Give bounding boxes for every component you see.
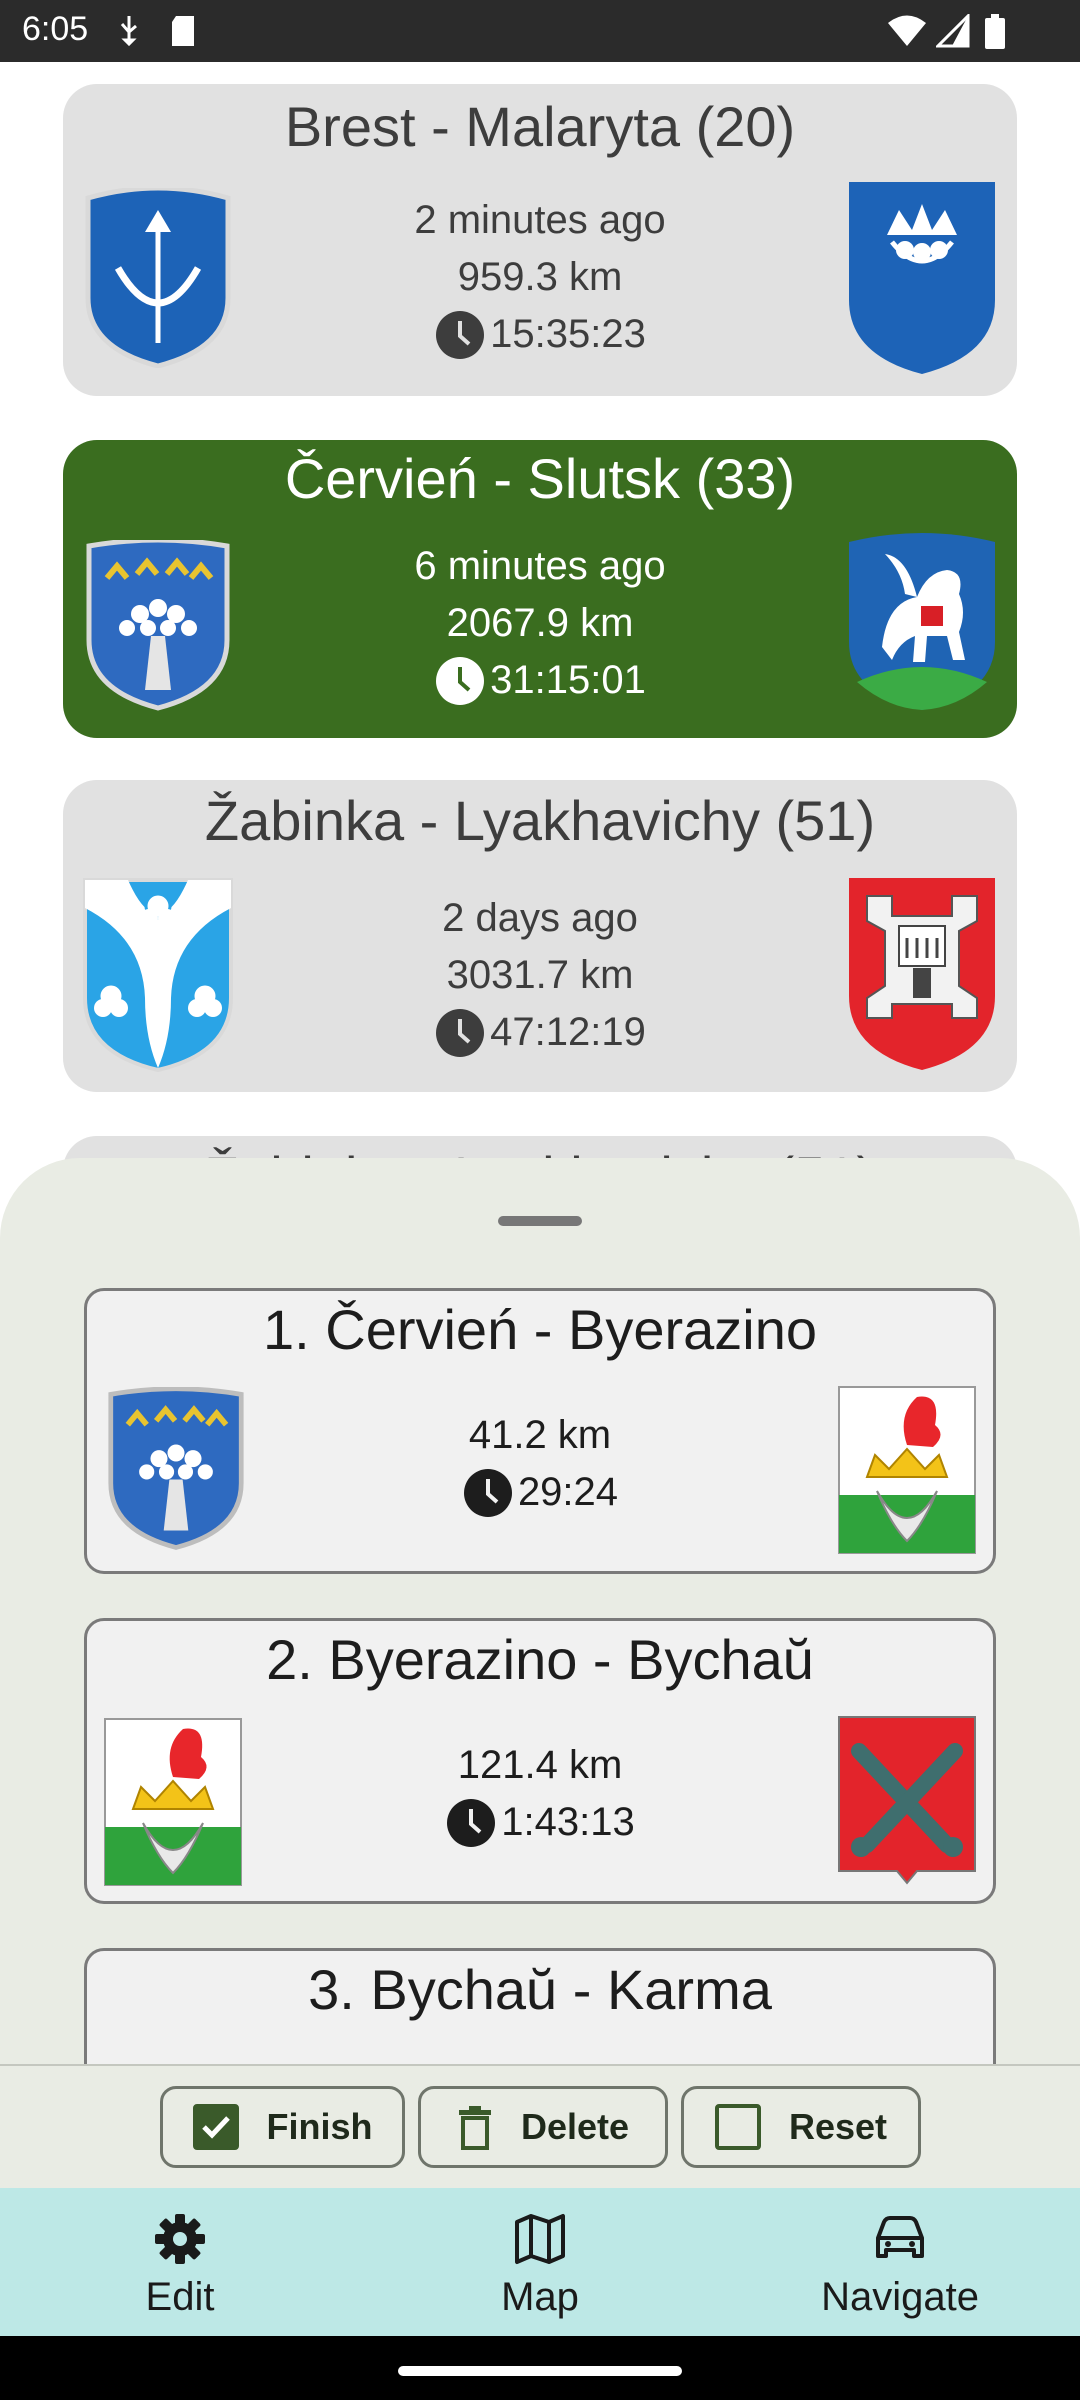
reset-button[interactable]: Reset — [681, 2086, 921, 2168]
leg-duration-value: 1:43:13 — [501, 1800, 635, 1844]
divider — [0, 2064, 1080, 2066]
bottom-navigation: Edit Map Navigate — [0, 2188, 1080, 2336]
leg-card[interactable]: 1. Červień - Byerazino 41.2 km 29:24 — [84, 1288, 996, 1574]
checkbox-checked-icon — [192, 2104, 239, 2150]
clock-icon — [436, 656, 485, 705]
clock-icon — [436, 310, 485, 359]
nav-edit[interactable]: Edit — [50, 2212, 310, 2320]
trip-card[interactable]: Brest - Malaryta (20) 2 minutes ago 959.… — [63, 84, 1017, 396]
crown-shield-icon — [849, 182, 995, 374]
finish-label: Finish — [266, 2106, 373, 2147]
trip-title: Brest - Malaryta (20) — [284, 95, 796, 158]
clock-icon — [447, 1798, 496, 1847]
trip-duration: 47:12:19 — [434, 1004, 646, 1061]
battery-icon — [985, 14, 1005, 49]
system-gesture-bar — [0, 2336, 1080, 2400]
trip-title: Červień - Slutsk (33) — [284, 447, 796, 510]
nav-map-label: Map — [501, 2275, 579, 2319]
nav-map[interactable]: Map — [410, 2212, 670, 2320]
leg-title: 2. Byerazino - Bychaŭ — [266, 1628, 814, 1691]
squirrel-crown-shield-icon — [838, 1386, 976, 1554]
trip-duration-value: 47:12:19 — [490, 1010, 646, 1054]
leg-duration-value: 29:24 — [517, 1470, 619, 1514]
leg-title: 3. Bychaŭ - Karma — [308, 1958, 772, 2021]
delete-button[interactable]: Delete — [418, 2086, 668, 2168]
leg-card[interactable]: 3. Bychaŭ - Karma — [84, 1948, 996, 2064]
trip-card-active[interactable]: Červień - Slutsk (33) 6 minutes ago 2067… — [63, 440, 1017, 738]
trip-duration-value: 31:15:01 — [490, 658, 646, 702]
finish-button[interactable]: Finish — [160, 2086, 405, 2168]
trip-card[interactable]: Žabinka - Lyakhavichy (51) 2 days ago 30… — [63, 780, 1017, 1092]
home-gesture-pill[interactable] — [398, 2366, 682, 2376]
cannons-shield-icon — [838, 1716, 976, 1885]
trip-list[interactable]: Brest - Malaryta (20) 2 minutes ago 959.… — [0, 62, 1080, 1262]
trash-icon — [458, 2106, 491, 2150]
clock-icon — [463, 1468, 512, 1517]
leg-card[interactable]: 2. Byerazino - Bychaŭ 121.4 km 1:43:13 — [84, 1618, 996, 1904]
leg-title: 1. Červień - Byerazino — [262, 1298, 817, 1361]
map-icon — [515, 2214, 565, 2264]
status-bar: 6:05 — [0, 0, 1080, 62]
leg-list[interactable]: 1. Červień - Byerazino 41.2 km 29:24 2. … — [0, 1288, 1080, 2064]
reset-label: Reset — [788, 2106, 888, 2147]
trip-duration: 15:35:23 — [434, 306, 646, 363]
sd-card-icon — [172, 16, 194, 46]
trip-title: Žabinka - Lyakhavichy (51) — [204, 789, 876, 852]
leg-duration: 1:43:13 — [445, 1794, 635, 1851]
fortress-shield-icon — [849, 878, 995, 1070]
signal-icon — [936, 14, 970, 48]
checkbox-unchecked-icon — [714, 2104, 761, 2150]
trip-duration-value: 15:35:23 — [490, 312, 646, 356]
nav-navigate[interactable]: Navigate — [770, 2212, 1030, 2320]
pegasus-shield-icon — [849, 533, 995, 710]
car-icon — [876, 2216, 924, 2258]
clock-icon — [436, 1008, 485, 1057]
usb-icon — [120, 16, 137, 47]
nav-edit-label: Edit — [145, 2275, 215, 2319]
gear-icon — [155, 2214, 205, 2264]
wifi-icon — [888, 15, 926, 46]
leg-duration: 29:24 — [462, 1464, 618, 1521]
status-time: 6:05 — [22, 10, 89, 48]
trip-duration: 31:15:01 — [434, 652, 646, 709]
delete-label: Delete — [520, 2106, 630, 2147]
nav-navigate-label: Navigate — [821, 2275, 979, 2319]
sheet-drag-handle[interactable] — [498, 1216, 582, 1226]
